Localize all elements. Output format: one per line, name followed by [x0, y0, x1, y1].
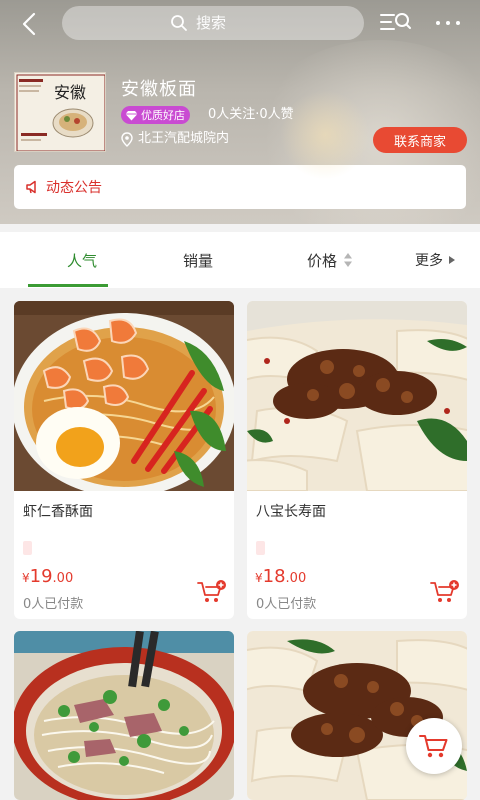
contact-merchant-button[interactable]: 联系商家	[373, 127, 467, 153]
product-card[interactable]: 八宝长寿面 ¥18.00 0人已付款	[247, 301, 467, 619]
product-image[interactable]	[247, 631, 467, 800]
product-name: 八宝长寿面	[256, 504, 326, 520]
add-to-cart-button[interactable]	[430, 579, 460, 605]
sold-count: 0人已付款	[23, 597, 84, 612]
svg-text:安徽: 安徽	[54, 83, 86, 102]
tab-sales[interactable]: 销量	[183, 232, 213, 288]
cart-plus-icon	[197, 580, 226, 602]
active-tab-indicator	[28, 284, 108, 287]
sold-count: 0人已付款	[256, 597, 317, 612]
product-image[interactable]	[14, 631, 234, 800]
tab-more[interactable]: 更多	[415, 232, 456, 288]
cart-plus-icon	[430, 580, 459, 602]
search-bar[interactable]	[62, 6, 364, 40]
follow-stats: 0人关注·0人赞	[208, 107, 294, 122]
category-button[interactable]	[378, 8, 412, 38]
store-address: 北王汽配城院内	[121, 130, 229, 148]
promo-tag	[23, 541, 32, 555]
announcement-label: 动态公告	[46, 180, 102, 196]
promo-tag	[256, 541, 265, 555]
dot-icon	[456, 21, 460, 25]
search-input[interactable]	[196, 14, 256, 32]
product-price: ¥18.00	[255, 566, 307, 587]
store-header: 安徽 安徽板面 优质好店 0人关注·0人赞 北王汽配城院内 联系商家 动态公告	[0, 0, 480, 224]
store-name: 安徽板面	[121, 79, 197, 100]
tab-price[interactable]: 价格	[307, 232, 353, 288]
megaphone-icon	[26, 180, 36, 194]
triangle-right-icon	[449, 256, 455, 264]
product-image[interactable]	[247, 301, 467, 491]
location-pin-icon	[121, 131, 133, 147]
quality-store-badge: 优质好店	[121, 106, 190, 124]
announcement-card[interactable]: 动态公告	[14, 165, 466, 209]
product-image[interactable]	[14, 301, 234, 491]
product-name: 虾仁香酥面	[23, 504, 93, 520]
dot-icon	[446, 21, 450, 25]
product-card[interactable]: 虾仁香酥面 ¥19.00 0人已付款	[14, 301, 234, 619]
tab-popular[interactable]: 人气	[54, 232, 110, 288]
back-button[interactable]	[14, 8, 46, 40]
sort-arrows-icon	[344, 253, 353, 267]
badge-label: 优质好店	[141, 109, 185, 122]
tab-more-label: 更多	[415, 253, 443, 269]
shopping-cart-icon	[419, 735, 448, 758]
product-card[interactable]	[14, 631, 234, 800]
category-search-icon	[380, 13, 411, 30]
floating-cart-button[interactable]	[406, 718, 462, 774]
product-price: ¥19.00	[22, 566, 74, 587]
search-icon	[171, 15, 187, 31]
dot-icon	[436, 21, 440, 25]
tab-price-label: 价格	[307, 251, 338, 270]
store-logo: 安徽	[14, 72, 106, 152]
address-text: 北王汽配城院内	[138, 131, 230, 146]
diamond-icon	[125, 110, 138, 120]
more-options-button[interactable]	[428, 8, 468, 38]
sort-bar: 人气 销量 价格 更多	[0, 232, 480, 288]
product-card[interactable]	[247, 631, 467, 800]
back-arrow-icon	[22, 12, 36, 36]
add-to-cart-button[interactable]	[197, 579, 227, 605]
